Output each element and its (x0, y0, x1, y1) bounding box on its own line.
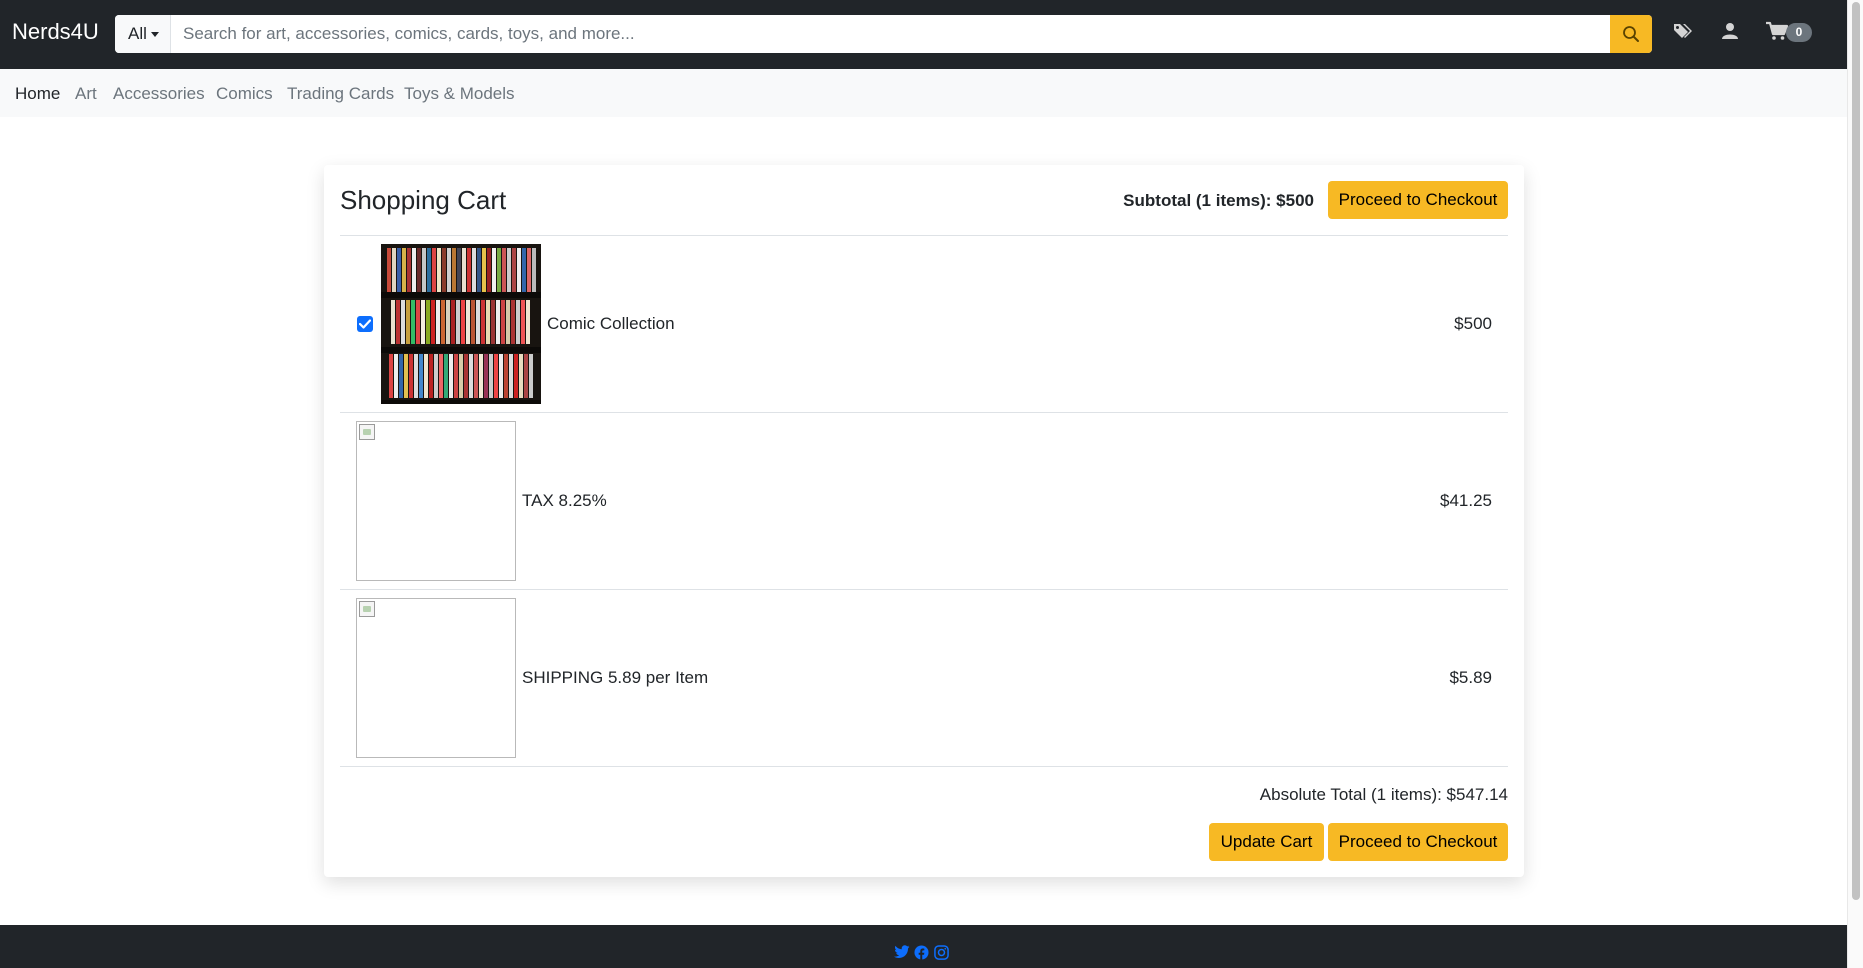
cart-item-row: TAX 8.25% $41.25 (340, 412, 1508, 590)
item-price: $500 (1454, 314, 1492, 333)
shipping-image-placeholder (356, 598, 516, 758)
divider (340, 766, 1508, 767)
category-dropdown-label: All (128, 24, 147, 43)
cart-item-row: Comic Collection $500 (340, 235, 1508, 413)
scrollbar-thumb[interactable] (1852, 2, 1860, 900)
page-scrollbar[interactable] (1847, 0, 1863, 968)
item-name: TAX 8.25% (522, 491, 607, 510)
nav-link-home[interactable]: Home (15, 84, 60, 104)
tax-image-placeholder (356, 421, 516, 581)
item-name: SHIPPING 5.89 per Item (522, 668, 709, 687)
nav-link-accessories[interactable]: Accessories (113, 84, 205, 104)
top-navbar: Nerds4U All 0 (0, 0, 1847, 69)
twitter-icon[interactable] (894, 945, 910, 959)
tag-icon[interactable] (1673, 22, 1695, 42)
item-price: $41.25 (1440, 491, 1492, 510)
comic-collection-image[interactable] (381, 244, 541, 404)
nav-link-comics[interactable]: Comics (216, 84, 273, 104)
category-dropdown[interactable]: All (115, 15, 171, 53)
cart-count-badge: 0 (1786, 23, 1812, 42)
user-icon[interactable] (1721, 22, 1739, 40)
cart-icon[interactable] (1766, 21, 1788, 41)
search-button[interactable] (1610, 15, 1652, 53)
category-nav: Home Art Accessories Comics Trading Card… (0, 69, 1847, 117)
nav-link-art[interactable]: Art (75, 84, 97, 104)
facebook-icon[interactable] (914, 945, 929, 960)
caret-down-icon (151, 32, 159, 37)
brand-logo[interactable]: Nerds4U (12, 19, 99, 45)
broken-image-icon (359, 601, 375, 617)
subtotal-text: Subtotal (1 items): $500 (1123, 191, 1314, 210)
nav-link-trading-cards[interactable]: Trading Cards (287, 84, 394, 104)
cart-item-row: SHIPPING 5.89 per Item $5.89 (340, 589, 1508, 767)
item-name[interactable]: Comic Collection (547, 314, 675, 334)
instagram-icon[interactable] (934, 945, 949, 960)
cart-title: Shopping Cart (340, 185, 507, 215)
item-checkbox[interactable] (357, 316, 373, 332)
absolute-total-text: Absolute Total (1 items): $547.14 (1259, 785, 1508, 804)
footer (0, 925, 1847, 968)
update-cart-button[interactable]: Update Cart (1209, 823, 1324, 861)
search-input[interactable] (171, 15, 1591, 53)
nav-link-toys-models[interactable]: Toys & Models (404, 84, 515, 104)
checkout-button-top[interactable]: Proceed to Checkout (1328, 181, 1508, 219)
item-price: $5.89 (1449, 668, 1492, 687)
search-icon (1623, 26, 1639, 42)
shopping-cart-card: Shopping Cart Subtotal (1 items): $500 P… (324, 165, 1524, 877)
broken-image-icon (359, 424, 375, 440)
checkmark-icon (359, 319, 371, 329)
checkout-button-bottom[interactable]: Proceed to Checkout (1328, 823, 1508, 861)
search-bar: All (115, 15, 1652, 53)
